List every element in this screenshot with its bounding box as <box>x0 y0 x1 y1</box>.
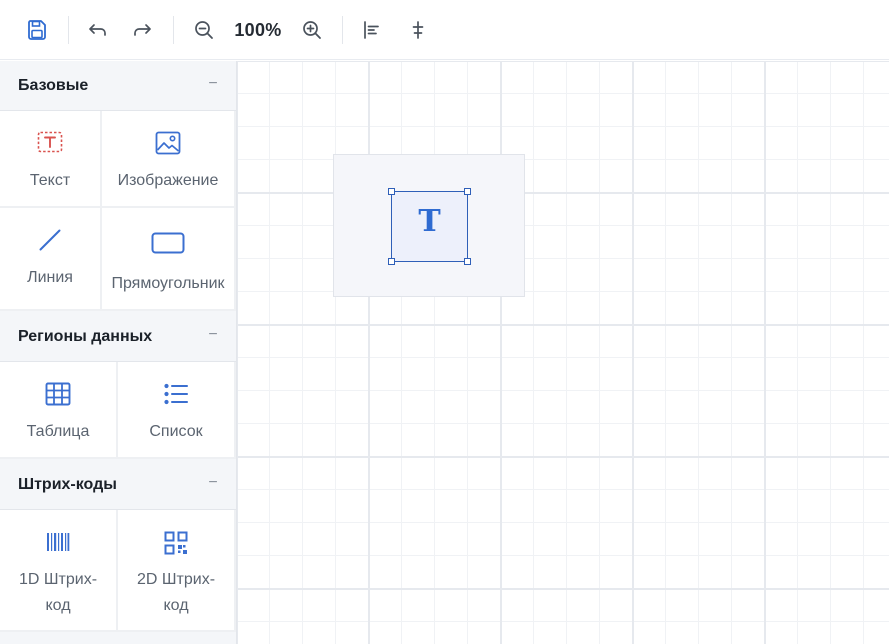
resize-handle-top-left[interactable] <box>388 188 395 195</box>
section-header-basic[interactable]: Базовые − <box>0 61 236 111</box>
tool-label-line: 2D Штрих- <box>136 571 216 588</box>
tool-line[interactable]: Линия <box>0 208 102 311</box>
section-header-barcodes[interactable]: Штрих-коды − <box>0 460 236 510</box>
line-icon <box>38 228 62 252</box>
align-left-button[interactable] <box>357 15 387 45</box>
zoom-out-button[interactable] <box>189 15 219 45</box>
resize-handle-bottom-left[interactable] <box>388 258 395 265</box>
tool-label: Линия <box>27 269 73 286</box>
toolbar-divider <box>68 16 69 44</box>
selected-text-element[interactable]: T <box>388 188 471 265</box>
tool-barcode-2d[interactable]: 2D Штрих- код <box>118 510 236 632</box>
tool-label: Текст <box>29 172 71 189</box>
redo-button[interactable] <box>127 15 157 45</box>
save-button[interactable] <box>22 15 52 45</box>
collapse-icon[interactable]: − <box>206 74 220 94</box>
design-canvas[interactable]: T <box>237 61 889 644</box>
section-header-data-regions[interactable]: Регионы данных − <box>0 312 236 362</box>
tool-label: 2D Штрих- код <box>118 567 234 619</box>
tool-label: Таблица <box>26 423 90 440</box>
tool-label: 1D Штрих- код <box>0 567 116 619</box>
list-icon <box>163 382 189 406</box>
tool-label: Изображение <box>117 172 219 189</box>
tool-label: Список <box>149 423 203 440</box>
tool-label-line: код <box>45 597 71 614</box>
toolbar: 100% <box>0 0 889 60</box>
toolbox-sidebar: Базовые − Текст Изображение Линия Прямоу… <box>0 61 237 644</box>
section-title: Базовые <box>18 77 89 94</box>
zoom-in-button[interactable] <box>297 15 327 45</box>
toolbar-divider <box>173 16 174 44</box>
table-icon <box>45 382 71 406</box>
align-center-vertical-icon <box>412 21 424 39</box>
tool-table[interactable]: Таблица <box>0 362 118 459</box>
save-icon <box>28 20 46 40</box>
tool-image[interactable]: Изображение <box>102 111 236 208</box>
redo-icon <box>134 24 151 36</box>
collapse-icon[interactable]: − <box>206 325 220 345</box>
tool-rectangle[interactable]: Прямоугольник <box>102 208 236 311</box>
qr-code-icon <box>164 531 188 555</box>
resize-handle-top-right[interactable] <box>464 188 471 195</box>
zoom-in-icon <box>303 21 321 39</box>
toolbar-divider <box>342 16 343 44</box>
tool-list[interactable]: Список <box>118 362 236 459</box>
tool-label-line: код <box>163 597 189 614</box>
rectangle-icon <box>151 232 185 254</box>
section-title: Регионы данных <box>18 328 153 345</box>
align-left-icon <box>364 21 379 39</box>
tool-label-line: 1D Штрих- <box>18 571 98 588</box>
tool-text[interactable]: Текст <box>0 111 102 208</box>
zoom-level: 100% <box>234 20 282 40</box>
zoom-out-icon <box>195 21 213 39</box>
text-box-icon <box>37 131 63 153</box>
collapse-icon[interactable]: − <box>206 473 220 493</box>
section-title: Штрих-коды <box>18 476 117 493</box>
undo-button[interactable] <box>83 15 113 45</box>
image-icon <box>155 131 181 155</box>
align-center-button[interactable] <box>403 15 433 45</box>
tool-label: Прямоугольник <box>111 275 225 292</box>
barcode-icon <box>46 532 70 552</box>
tool-barcode-1d[interactable]: 1D Штрих- код <box>0 510 118 632</box>
text-element-glyph: T <box>418 204 441 239</box>
resize-handle-bottom-right[interactable] <box>464 258 471 265</box>
undo-icon <box>89 24 106 36</box>
